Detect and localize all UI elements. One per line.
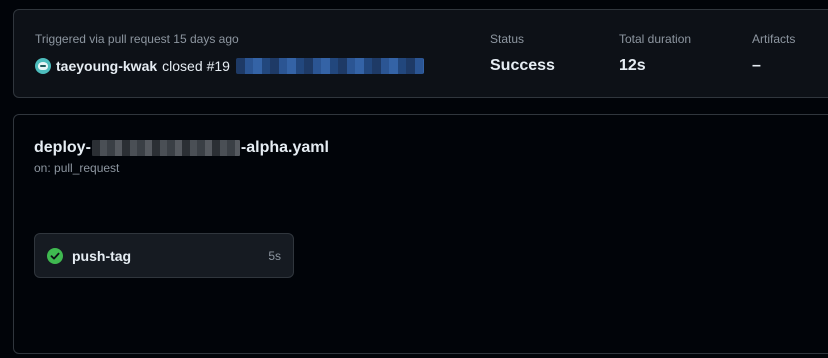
redacted-workflow-name — [91, 140, 240, 156]
trigger-label: Triggered via pull request 15 days ago — [35, 32, 239, 46]
actor-link[interactable]: taeyoung-kwak — [56, 58, 157, 74]
check-circle-icon — [47, 247, 63, 264]
workflow-trigger: on: pull_request — [34, 161, 120, 175]
avatar[interactable] — [35, 58, 51, 74]
action-text: closed — [162, 58, 203, 74]
redacted-pr-title[interactable] — [235, 58, 424, 74]
duration-value[interactable]: 12s — [619, 57, 691, 75]
job-card-push-tag[interactable]: push-tag 5s — [34, 233, 294, 278]
job-duration: 5s — [268, 248, 281, 263]
artifacts-stat: Artifacts – — [752, 32, 795, 75]
run-summary-card: Triggered via pull request 15 days ago t… — [13, 9, 828, 98]
workflow-graph-card: deploy- -alpha.yaml on: pull_request pus… — [13, 114, 828, 354]
job-name: push-tag — [72, 247, 132, 264]
workflow-title-prefix: deploy- — [34, 139, 91, 156]
status-value: Success — [490, 57, 555, 74]
workflow-title-suffix: -alpha.yaml — [240, 139, 329, 156]
status-stat: Status Success — [490, 32, 555, 75]
artifacts-label: Artifacts — [752, 32, 796, 46]
duration-stat: Total duration 12s — [619, 32, 691, 75]
workflow-title: deploy- -alpha.yaml — [34, 139, 329, 157]
actor-row: taeyoung-kwak closed #19 — [35, 57, 424, 75]
pr-link[interactable]: #19 — [207, 58, 230, 74]
duration-label: Total duration — [619, 32, 692, 46]
artifacts-value: – — [752, 57, 761, 74]
status-label: Status — [490, 32, 525, 46]
